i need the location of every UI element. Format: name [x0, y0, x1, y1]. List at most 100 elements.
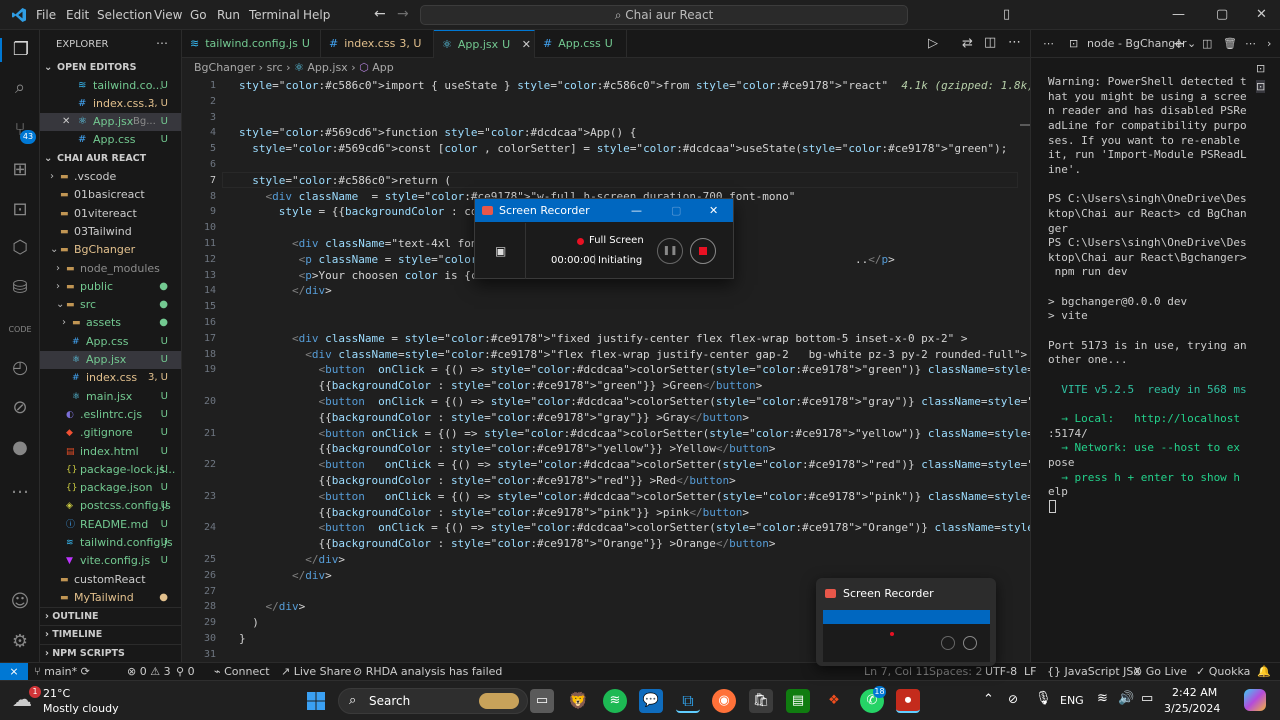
command-center-search[interactable]: ⌕ Chai aur React: [420, 5, 908, 25]
tree-item-01basicreact[interactable]: ▬ 01basicreact: [40, 186, 181, 204]
store-icon[interactable]: 🛍: [749, 689, 773, 713]
menu-go[interactable]: Go: [190, 8, 207, 22]
open-editors-header[interactable]: ⌄ OPEN EDITORS: [40, 59, 181, 77]
code-line[interactable]: {{backgroundColor : style="color:#ce9178…: [239, 506, 749, 519]
recorder-minimize-icon[interactable]: —: [631, 199, 642, 222]
clock-time[interactable]: 2:42 AM: [1172, 686, 1217, 699]
code-line[interactable]: {{backgroundColor : style="color:#ce9178…: [239, 474, 735, 487]
terminal-title[interactable]: node - BgChanger: [1087, 30, 1187, 58]
split-terminal-icon[interactable]: ◫: [1202, 30, 1212, 58]
line-ending[interactable]: LF: [1024, 663, 1036, 680]
code-line[interactable]: </div>: [239, 569, 332, 582]
close-panel-icon[interactable]: ›: [1267, 30, 1271, 58]
battery-icon[interactable]: ▭: [1141, 691, 1153, 706]
code-line[interactable]: <button onClick = {() => style="color:#d…: [239, 427, 1030, 440]
tab-close-icon[interactable]: ✕: [522, 38, 531, 51]
code-editor[interactable]: 1 2 3 4 5 6 7 8 9 10 11 12 13 14 15 16 17 18 19 20 21 22 23 24 2…: [182, 78, 1030, 662]
code-line[interactable]: <p>Your choosen color is {co: [239, 269, 484, 282]
recorder-maximize-icon[interactable]: ▢: [671, 199, 681, 222]
weather-desc[interactable]: Mostly cloudy: [43, 702, 119, 715]
tree-item-package-lock-js[interactable]: {} package-lock.js... U: [40, 461, 181, 479]
open-editor-app-jsx[interactable]: ✕ ⚛ App.jsx Bg... U: [40, 113, 181, 131]
code-line[interactable]: <button onClick = {() => style="color:#d…: [239, 490, 1030, 503]
recorder-taskbar-preview[interactable]: Screen Recorder: [816, 578, 996, 666]
taskbar-search[interactable]: ⌕ Search: [338, 688, 528, 714]
live-share-status[interactable]: ↗ Live Share: [281, 663, 351, 680]
recorder-title-bar[interactable]: Screen Recorder — ▢ ✕: [475, 199, 733, 222]
tree-item-readme-md[interactable]: ⓘ README.md U: [40, 516, 181, 534]
problems-status[interactable]: ⊗ 0 ⚠ 3: [127, 663, 171, 680]
figma-icon[interactable]: ❖: [822, 689, 846, 713]
volume-icon[interactable]: 🔊: [1118, 691, 1134, 706]
breadcrumb-item[interactable]: App.jsx: [307, 61, 347, 74]
menu-terminal[interactable]: Terminal: [249, 8, 300, 22]
minimize-icon[interactable]: —: [1172, 7, 1185, 22]
pause-button[interactable]: ❚❚: [657, 238, 683, 264]
tree-item-bgchanger[interactable]: ⌄ ▬ BgChanger: [40, 241, 181, 259]
trash-icon[interactable]: 🗑: [1223, 30, 1237, 58]
tree-item-src[interactable]: ⌄ ▬ src ●: [40, 296, 181, 314]
tree-item-mytailwind[interactable]: ▬ MyTailwind ●: [40, 589, 181, 607]
new-terminal-icon[interactable]: +: [1173, 30, 1185, 58]
tree-item-app-css[interactable]: # App.css U: [40, 333, 181, 351]
code-line[interactable]: style="color:#569cd6">function style="co…: [239, 126, 636, 139]
tree-item-postcss-config-js[interactable]: ◈ postcss.config.js U: [40, 497, 181, 515]
tab-tailwind-config[interactable]: ≋ tailwind.config.js U: [182, 30, 321, 58]
tree-item-index-css[interactable]: # index.css 3, U: [40, 369, 181, 387]
gitlens-icon[interactable]: ◴: [8, 356, 32, 380]
code-line[interactable]: </div>: [239, 553, 345, 566]
tray-app-icon[interactable]: ⊘: [1008, 692, 1018, 706]
menu-selection[interactable]: Selection: [97, 8, 152, 22]
screen-recorder-taskbar-icon[interactable]: ⏺: [896, 689, 920, 713]
tab-index-css[interactable]: # index.css 3, U: [321, 30, 434, 58]
menu-run[interactable]: Run: [217, 8, 240, 22]
settings-gear-icon[interactable]: ⚙: [8, 630, 32, 654]
menu-edit[interactable]: Edit: [66, 8, 89, 22]
folder-icon[interactable]: ▣: [495, 244, 506, 258]
tree-item-vscode[interactable]: › ▬ .vscode: [40, 168, 181, 186]
code-line[interactable]: style="color:#569cd6">const [color , col…: [239, 142, 1007, 155]
code-line[interactable]: <button onClick = {() => style="color:#d…: [239, 458, 1030, 471]
outline-section[interactable]: › OUTLINE: [40, 607, 181, 625]
menu-file[interactable]: File: [36, 8, 56, 22]
code-line[interactable]: <button onClick = {() => style="color:#d…: [239, 363, 1030, 376]
code-line[interactable]: }: [239, 632, 246, 645]
tree-item-eslintrc-cjs[interactable]: ◐ .eslintrc.cjs U: [40, 406, 181, 424]
tree-item-main-jsx[interactable]: ⚛ main.jsx U: [40, 388, 181, 406]
terminal-list-icon-active[interactable]: ⊡: [1256, 80, 1266, 93]
language-indicator[interactable]: ENG: [1060, 694, 1084, 707]
github-icon[interactable]: ●: [8, 436, 32, 460]
start-button[interactable]: [304, 689, 328, 713]
ports-status[interactable]: ⚲ 0: [176, 663, 195, 680]
tree-item-assets[interactable]: › ▬ assets ●: [40, 314, 181, 332]
tree-item-index-html[interactable]: ▤ index.html U: [40, 443, 181, 461]
tree-item-package-json[interactable]: {} package.json U: [40, 479, 181, 497]
connect-status[interactable]: ⌁ Connect: [214, 663, 270, 680]
vscode-taskbar-icon[interactable]: ⧉: [676, 689, 700, 713]
code-line[interactable]: style = {{backgroundColor : col: [239, 205, 484, 218]
sticky-notes-icon[interactable]: ▤: [786, 689, 810, 713]
wifi-icon[interactable]: ≋: [1097, 691, 1108, 706]
chevron-down-icon[interactable]: ⌄: [1187, 30, 1196, 58]
more-icon[interactable]: ⋯: [1043, 30, 1054, 58]
terminal-panel[interactable]: ⋯ ⊡ node - BgChanger + ⌄ ◫ 🗑 ⋯ › Warning…: [1030, 30, 1280, 662]
remote-explorer-icon[interactable]: ⊡: [8, 198, 32, 222]
run-icon[interactable]: ▷: [928, 36, 938, 51]
source-control-icon[interactable]: ⑂ 43: [8, 118, 36, 144]
compare-icon[interactable]: ⇄: [962, 36, 973, 51]
breadcrumb-item[interactable]: src: [267, 61, 283, 74]
open-editor-app-css[interactable]: # App.css U: [40, 131, 181, 149]
close-icon[interactable]: ✕: [1256, 7, 1267, 22]
tab-app-jsx[interactable]: ⚛ App.jsx U ✕: [434, 30, 535, 58]
explorer-icon[interactable]: ❐: [0, 38, 40, 62]
quokka-status[interactable]: ✓ Quokka: [1196, 663, 1250, 680]
chat-app-icon[interactable]: 💬: [639, 689, 663, 713]
tree-item-tailwind-config-js[interactable]: ≋ tailwind.config.js U: [40, 534, 181, 552]
recorder-mode[interactable]: Full Screen: [589, 235, 644, 246]
notifications-icon[interactable]: 🔔: [1257, 663, 1271, 680]
nav-back-icon[interactable]: ←: [374, 6, 386, 22]
code-line[interactable]: {{backgroundColor : style="color:#ce9178…: [239, 411, 749, 424]
scrollbar[interactable]: [1020, 124, 1030, 126]
rhda-status[interactable]: ⊘ RHDA analysis has failed: [353, 663, 502, 680]
breadcrumb-item[interactable]: BgChanger: [194, 61, 255, 74]
